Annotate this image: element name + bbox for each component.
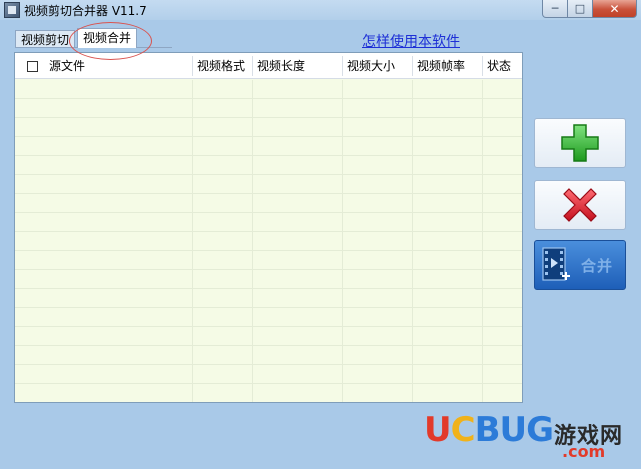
merge-button[interactable]: 合并 <box>534 240 626 290</box>
merge-button-label: 合并 <box>581 256 614 275</box>
grid-row-line <box>15 250 522 251</box>
column-header-status[interactable]: 状态 <box>483 53 511 79</box>
window-title: 视频剪切合并器 V11.7 <box>24 4 147 18</box>
column-header-format[interactable]: 视频格式 <box>193 53 245 79</box>
watermark-letter-c: C <box>450 410 476 450</box>
minimize-icon: ─ <box>551 2 559 15</box>
column-header-framerate[interactable]: 视频帧率 <box>413 53 465 79</box>
table-body <box>15 80 522 402</box>
plus-icon <box>561 124 599 162</box>
watermark-brand: UCBUG <box>424 410 554 450</box>
tab-highlight-annotation <box>69 22 152 60</box>
select-all-checkbox[interactable] <box>27 61 38 72</box>
help-link[interactable]: 怎样使用本软件 <box>362 31 460 51</box>
file-list-table[interactable]: 源文件 视频格式 视频长度 视频大小 视频帧率 状态 <box>14 52 523 403</box>
grid-row-line <box>15 326 522 327</box>
watermark-domain: .com <box>562 442 606 461</box>
grid-row-line <box>15 212 522 213</box>
ucbug-watermark: UCBUG 游戏网 .com <box>424 410 634 466</box>
close-button[interactable]: ✕ <box>593 0 637 18</box>
grid-row-line <box>15 307 522 308</box>
grid-row-line <box>15 98 522 99</box>
minimize-button[interactable]: ─ <box>542 0 568 18</box>
grid-row-line <box>15 269 522 270</box>
grid-row-line <box>15 383 522 384</box>
app-icon <box>4 2 20 18</box>
grid-row-line <box>15 345 522 346</box>
grid-row-line <box>15 136 522 137</box>
tab-video-cut[interactable]: 视频剪切 <box>15 30 76 48</box>
watermark-letter-u: U <box>424 410 452 450</box>
grid-row-line <box>15 231 522 232</box>
grid-row-line <box>15 193 522 194</box>
column-header-source-file[interactable]: 源文件 <box>45 53 85 79</box>
close-icon: ✕ <box>609 1 620 16</box>
remove-file-button[interactable] <box>534 180 626 230</box>
grid-row-line <box>15 117 522 118</box>
add-file-button[interactable] <box>534 118 626 168</box>
title-bar: 视频剪切合并器 V11.7 ─ □ ✕ <box>0 0 641 20</box>
watermark-letters-bug: BUG <box>474 410 554 450</box>
column-header-duration[interactable]: 视频长度 <box>253 53 305 79</box>
maximize-button[interactable]: □ <box>568 0 593 18</box>
delete-x-icon <box>563 188 597 222</box>
grid-row-line <box>15 174 522 175</box>
grid-row-line <box>15 155 522 156</box>
column-header-size[interactable]: 视频大小 <box>343 53 395 79</box>
grid-row-line <box>15 288 522 289</box>
grid-row-line <box>15 364 522 365</box>
window-controls: ─ □ ✕ <box>542 0 637 18</box>
maximize-icon: □ <box>574 2 586 15</box>
film-merge-icon <box>542 247 570 281</box>
